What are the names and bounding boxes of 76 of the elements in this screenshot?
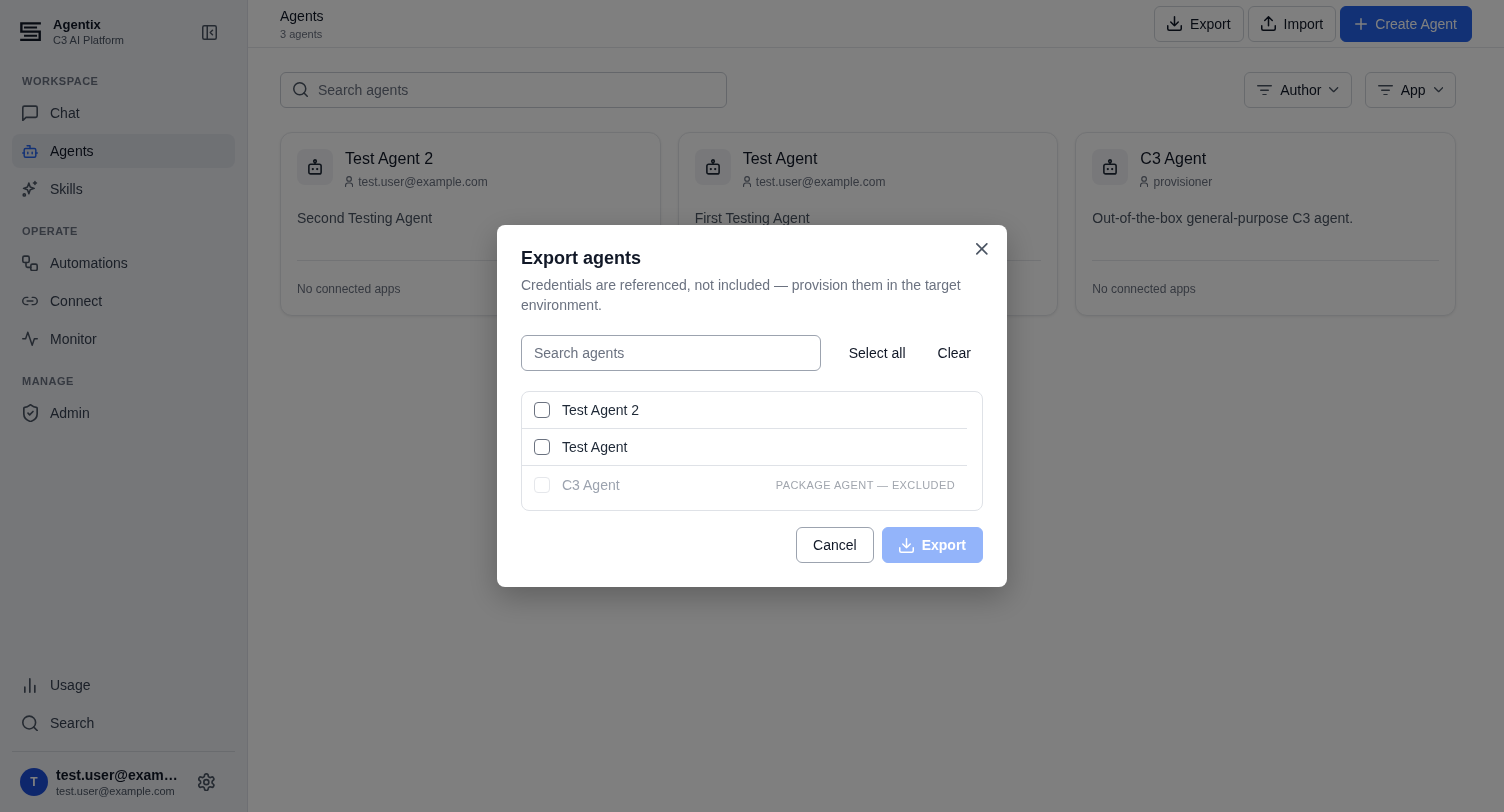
- page-subtitle: 3 agents: [280, 26, 323, 41]
- page-title: Agents: [280, 6, 324, 25]
- nav-item[interactable]: Chat: [12, 96, 235, 130]
- chat-bubble-icon: [22, 104, 38, 122]
- person-icon: [345, 176, 354, 188]
- search-field[interactable]: Search agents: [280, 72, 727, 108]
- agent-author: test.user@example.com: [755, 174, 886, 190]
- nav-item[interactable]: Skills: [12, 172, 235, 206]
- nav-item[interactable]: Connect: [12, 284, 235, 318]
- agent-description: Out-of-the-box general-purpose C3 agent.: [1092, 209, 1355, 228]
- search-field[interactable]: Search agents: [521, 335, 821, 371]
- export-button[interactable]: Export: [1154, 5, 1244, 42]
- filter-lines-icon: [1257, 84, 1273, 96]
- agent-option-label: C3 Agent: [562, 476, 620, 493]
- filter-dropdown[interactable]: Author: [1244, 72, 1352, 108]
- agent-option-label: Test Agent: [562, 439, 628, 455]
- brand-subtitle: C3 AI Platform: [53, 33, 124, 47]
- sparkle-icon: [22, 179, 38, 199]
- agent-card[interactable]: C3 Agent provisioner Out-of-the-box general-purpose C3 agent. No connected apps: [1075, 132, 1456, 316]
- nav-item[interactable]: Automations: [12, 246, 235, 280]
- brand-name: Agentix: [53, 17, 101, 33]
- download-icon: [1167, 16, 1183, 31]
- agent-name: Test Agent: [742, 149, 818, 169]
- person-icon: [1140, 176, 1149, 188]
- agent-description: First Testing Agent: [694, 209, 811, 228]
- chevron-down-icon: [1329, 87, 1339, 93]
- upload-icon: [1260, 16, 1276, 31]
- person-icon: [742, 176, 751, 188]
- search-icon: [293, 82, 308, 97]
- filter-dropdown[interactable]: App: [1364, 72, 1456, 108]
- dialog-title: Export agents: [521, 247, 642, 270]
- nav-item[interactable]: Admin: [12, 396, 235, 430]
- select-all-button[interactable]: Select all: [836, 335, 918, 371]
- download-icon: [898, 537, 914, 553]
- agent-author: test.user@example.com: [358, 174, 488, 190]
- connected-apps-status: No connected apps: [297, 282, 401, 296]
- exclusion-note: PACKAGE AGENT — EXCLUDED: [775, 478, 955, 491]
- nav-item[interactable]: Monitor: [12, 322, 235, 356]
- agent-author: provisioner: [1153, 174, 1213, 190]
- cancel-button[interactable]: Cancel: [796, 527, 874, 563]
- create-agent-button[interactable]: Create Agent: [1340, 5, 1472, 42]
- settings-icon[interactable]: [198, 772, 215, 792]
- plus-icon: [1355, 17, 1368, 30]
- agent-name: Test Agent 2: [345, 149, 434, 169]
- section-label: WORKSPACE: [21, 74, 100, 89]
- nav-item[interactable]: Agents: [12, 134, 235, 168]
- nav-item[interactable]: Usage: [12, 668, 235, 702]
- search-icon: [22, 714, 38, 732]
- bar-chart-icon: [24, 677, 36, 693]
- agent-description: Second Testing Agent: [297, 209, 434, 228]
- user-email: test.user@example.com: [56, 783, 175, 798]
- close-icon[interactable]: [976, 243, 988, 255]
- robot-icon: [297, 149, 333, 185]
- agent-option-label: Test Agent 2: [562, 402, 640, 418]
- user-avatar: T: [20, 768, 48, 796]
- robot-icon: [22, 143, 38, 159]
- sidebar-panel-icon[interactable]: [202, 24, 217, 40]
- robot-icon: [1092, 149, 1129, 185]
- robot-icon: [694, 149, 731, 185]
- user-name: test.user@exam…: [56, 766, 178, 784]
- filter-lines-icon: [1377, 84, 1393, 96]
- shield-check-icon: [22, 403, 38, 423]
- pulse-icon: [22, 330, 38, 348]
- link-icon: [22, 296, 38, 306]
- section-label: MANAGE: [21, 374, 75, 389]
- checkbox[interactable]: [534, 439, 550, 455]
- section-label: OPERATE: [21, 224, 79, 239]
- nav-item[interactable]: Search: [12, 706, 235, 740]
- import-button[interactable]: Import: [1247, 5, 1337, 42]
- connected-apps-status: No connected apps: [1092, 282, 1196, 296]
- checkbox[interactable]: [534, 402, 550, 418]
- agent-name: C3 Agent: [1140, 149, 1207, 169]
- clear-button[interactable]: Clear: [925, 335, 983, 371]
- chevron-down-icon: [1433, 87, 1443, 93]
- connected-squares-icon: [22, 254, 38, 272]
- logo-icon: [20, 22, 42, 42]
